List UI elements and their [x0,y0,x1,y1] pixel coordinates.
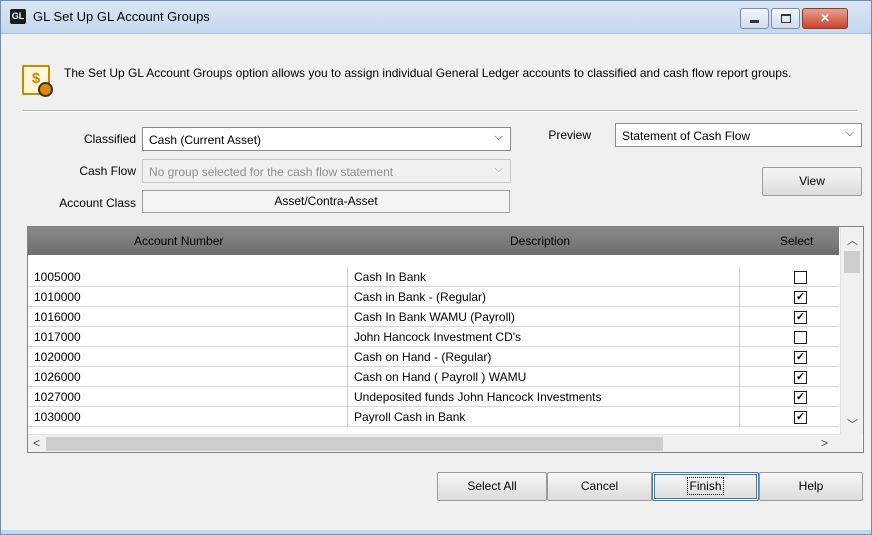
table-row[interactable]: 1030000 Payroll Cash in Bank ✓ [28,407,839,427]
gl-app-icon: GL [10,9,26,24]
cell-divider [347,387,348,406]
select-checkbox[interactable]: ✓ [794,291,807,304]
grid-rows: 1005000 Cash In Bank 1010000 Cash in Ban… [28,267,839,427]
description-cell: Cash on Hand ( Payroll ) WAMU [354,370,527,384]
finish-label: Finish [687,477,724,495]
select-checkbox[interactable]: ✓ [794,371,807,384]
cancel-button[interactable]: Cancel [547,472,652,501]
maximize-button[interactable] [771,8,800,29]
cell-divider [739,267,740,286]
cell-divider [347,307,348,326]
chevron-down-icon: ⌵ [494,163,503,175]
select-checkbox[interactable]: ✓ [794,411,807,424]
description-cell: John Hancock Investment CD's [354,330,522,344]
account-class-label: Account Class [59,196,136,210]
cell-divider [347,347,348,366]
select-checkbox[interactable]: ✓ [794,311,807,324]
select-checkbox[interactable] [794,271,807,284]
description-cell: Cash In Bank WAMU (Payroll) [354,310,515,324]
classified-select[interactable]: Cash (Current Asset) ⌵ [142,127,511,151]
account-class-value: Asset/Contra-Asset [142,190,510,213]
chevron-down-icon: ⌵ [494,131,503,143]
column-header-description[interactable]: Description [510,234,570,248]
minimize-button[interactable] [740,8,769,29]
column-header-select[interactable]: Select [780,234,813,248]
account-number-cell: 1005000 [34,270,81,284]
cell-divider [739,347,740,366]
account-number-cell: 1026000 [34,370,81,384]
account-number-cell: 1017000 [34,330,81,344]
select-all-button[interactable]: Select All [437,472,547,501]
select-checkbox[interactable] [794,331,807,344]
grid-header: Account Number Description Select [28,227,839,255]
scrollbar-corner [840,434,862,452]
account-number-cell: 1030000 [34,410,81,424]
cell-divider [347,287,348,306]
chevron-down-icon: ⌵ [845,127,854,139]
cell-divider [739,307,740,326]
classified-label: Classified [83,132,136,146]
help-button[interactable]: Help [759,472,863,501]
vertical-scroll-thumb[interactable] [844,251,860,273]
cell-divider [347,407,348,426]
horizontal-scrollbar[interactable]: < > [28,434,862,452]
title-bar[interactable]: GL GL Set Up GL Account Groups ✕ [1,1,871,34]
cell-divider [739,287,740,306]
divider [23,110,857,112]
minimize-icon [750,20,759,23]
table-row[interactable]: 1017000 John Hancock Investment CD's [28,327,839,347]
classified-value: Cash (Current Asset) [149,133,262,147]
cell-divider [739,367,740,386]
cashflow-label: Cash Flow [79,164,136,178]
dialog-window: GL GL Set Up GL Account Groups ✕ $ The S… [0,0,872,535]
close-button[interactable]: ✕ [802,8,848,29]
description-cell: Cash on Hand - (Regular) [354,350,492,364]
chevron-left-icon[interactable]: < [33,436,40,450]
horizontal-scroll-thumb[interactable] [46,437,663,451]
chevron-down-icon[interactable]: ﹀ [847,416,858,432]
vertical-scrollbar[interactable]: ︿ ﹀ [840,227,863,434]
preview-label: Preview [548,128,591,142]
cell-divider [347,367,348,386]
account-number-cell: 1020000 [34,350,81,364]
description-cell: Undeposited funds John Hancock Investmen… [354,390,602,404]
preview-value: Statement of Cash Flow [622,129,751,143]
chevron-up-icon[interactable]: ︿ [847,232,858,248]
description-cell: Cash In Bank [354,270,427,284]
cell-divider [739,387,740,406]
cell-divider [739,407,740,426]
select-checkbox[interactable]: ✓ [794,391,807,404]
account-number-cell: 1016000 [34,310,81,324]
cell-divider [347,327,348,346]
chevron-right-icon[interactable]: > [821,436,828,450]
preview-select[interactable]: Statement of Cash Flow ⌵ [615,123,862,147]
cashflow-value: No group selected for the cash flow stat… [149,165,394,179]
window-bottom-border [1,530,871,534]
close-icon: ✕ [819,11,831,25]
table-row[interactable]: 1020000 Cash on Hand - (Regular) ✓ [28,347,839,367]
cell-divider [347,267,348,286]
accounts-grid: Account Number Description Select 100500… [27,226,864,453]
table-row[interactable]: 1016000 Cash In Bank WAMU (Payroll) ✓ [28,307,839,327]
cashflow-select: No group selected for the cash flow stat… [142,159,511,183]
table-row[interactable]: 1005000 Cash In Bank [28,267,839,287]
column-header-account-number[interactable]: Account Number [134,234,223,248]
gear-icon [38,82,53,97]
maximize-icon [781,14,791,23]
table-row[interactable]: 1026000 Cash on Hand ( Payroll ) WAMU ✓ [28,367,839,387]
info-description: The Set Up GL Account Groups option allo… [64,66,792,80]
description-cell: Payroll Cash in Bank [354,410,466,424]
view-button[interactable]: View [762,167,862,196]
cell-divider [739,327,740,346]
account-number-cell: 1027000 [34,390,81,404]
account-number-cell: 1010000 [34,290,81,304]
description-cell: Cash in Bank - (Regular) [354,290,487,304]
select-checkbox[interactable]: ✓ [794,351,807,364]
window-title: GL Set Up GL Account Groups [33,9,210,24]
table-row[interactable]: 1027000 Undeposited funds John Hancock I… [28,387,839,407]
table-row[interactable]: 1010000 Cash in Bank - (Regular) ✓ [28,287,839,307]
finish-button[interactable]: Finish [652,472,759,501]
